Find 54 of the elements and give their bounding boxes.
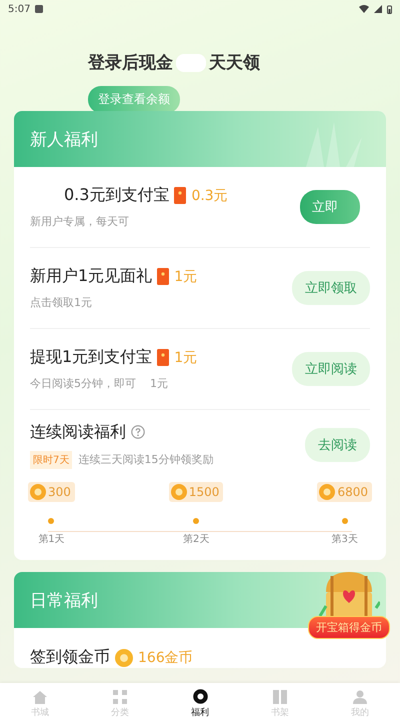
section-title: 新人福利 [30,128,98,150]
task-button[interactable]: 立即领取 [292,271,370,305]
task-subtitle: 点击领取1元 [30,295,92,310]
timeline-dot [193,518,200,524]
section-title: 日常福利 [30,590,98,612]
coin-icon [30,484,46,500]
help-icon [131,425,145,439]
nav-tab[interactable]: 福利 [175,689,225,719]
coin-icon [115,648,133,666]
task-button[interactable]: 立即 [300,190,360,224]
grid-icon [113,690,127,704]
profile-icon [353,690,367,704]
coin-amount: 6800 [337,485,368,499]
hero-title: 登录后现金 [88,52,173,74]
task-title: 连续阅读福利 [30,422,126,442]
status-time: 5:07 [8,4,30,14]
task-button[interactable]: 立即阅读 [292,352,370,386]
timeline-dot [342,518,348,524]
login-button[interactable]: 登录查看余额 [88,86,180,113]
envelope-icon [157,268,170,285]
day-label: 第2天 [182,533,210,546]
task-subtitle: 连续三天阅读15分钟领奖励 [78,452,214,467]
task-subtitle: 新用户专属，每天可 [30,214,129,229]
notification-icon [35,5,44,13]
signal-icon [374,5,382,13]
timeline-dot [48,518,54,524]
task-title: 0.3元到支付宝 [64,185,170,206]
blur-patch [176,54,206,72]
envelope-icon [157,349,170,366]
coin-amount: 300 [48,485,71,499]
reward-amount: 1元 [174,268,198,286]
coin-amount: 1500 [188,485,220,499]
task-title: 提现1元到支付宝 [30,347,152,368]
home-icon [32,690,48,704]
reward-amount: 1元 [174,348,198,366]
chest-badge[interactable]: 开宝箱得金币 [308,616,390,639]
task-button[interactable]: 去阅读 [305,428,370,462]
task-subtitle: 今日阅读5分钟，即可 [30,376,136,391]
wifi-icon [359,5,369,13]
gift-ring-icon [192,689,208,704]
reward-amount: 166金币 [138,648,193,666]
coin-icon [170,484,187,500]
battery-icon [387,4,392,14]
task-title: 新用户1元见面礼 [30,266,152,287]
coin-icon [319,484,336,500]
reward-amount: 0.3元 [191,186,228,204]
bookshelf-icon [273,690,287,704]
day-label: 第1天 [38,533,65,546]
task-subtitle: 1元 [150,376,168,391]
time-limit-tag: 限时7天 [30,450,72,468]
envelope-icon [174,187,186,204]
task-title: 签到领金币 [30,647,110,668]
day-label: 第3天 [332,533,358,546]
hero-title: 天天领 [209,52,260,74]
